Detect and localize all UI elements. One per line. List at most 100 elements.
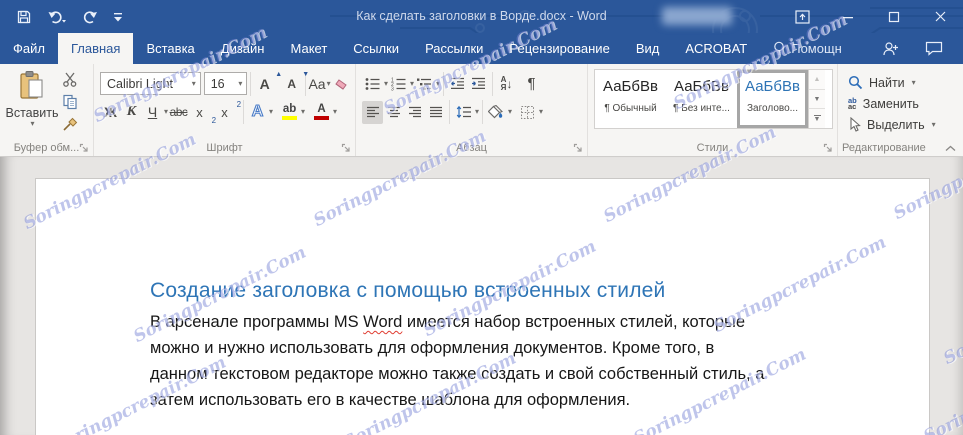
redo-button[interactable] xyxy=(82,9,98,25)
font-color-button[interactable]: A xyxy=(311,101,332,124)
tab-file[interactable]: Файл xyxy=(0,33,58,64)
underline-button[interactable]: Ч xyxy=(142,101,163,124)
dialog-launcher-icon xyxy=(823,143,832,152)
format-painter-button[interactable] xyxy=(62,117,78,133)
share-contact-button[interactable] xyxy=(881,41,899,57)
styles-scroll-down-button[interactable]: ▼ xyxy=(809,89,825,110)
tab-references[interactable]: Ссылки xyxy=(340,33,412,64)
undo-button[interactable] xyxy=(47,9,67,25)
copy-button[interactable] xyxy=(62,94,78,110)
align-right-button[interactable] xyxy=(404,101,425,124)
close-button[interactable] xyxy=(917,0,963,33)
line-spacing-button[interactable] xyxy=(453,101,474,124)
clipboard-dialog-launcher[interactable] xyxy=(79,143,89,153)
borders-caret-icon: ▾ xyxy=(539,107,544,116)
maximize-button[interactable] xyxy=(871,0,917,33)
blurred-region xyxy=(662,7,732,25)
comments-button[interactable] xyxy=(925,41,943,56)
paste-button[interactable]: Вставить ▾ xyxy=(6,70,59,140)
tab-design[interactable]: Дизайн xyxy=(208,33,278,64)
customize-quick-access-button[interactable] xyxy=(113,11,123,23)
text-effects-button[interactable]: A xyxy=(247,101,268,124)
line-spacing-caret-icon: ▾ xyxy=(475,107,480,116)
multilevel-list-button[interactable] xyxy=(414,72,435,95)
font-color-caret-icon: ▾ xyxy=(333,107,338,116)
title-bar: Как сделать заголовки в Ворде.docx - Wor… xyxy=(0,0,963,54)
styles-group: АаБбВв ¶ Обычный АаБбВв ¶ Без инте... Аа… xyxy=(588,64,838,156)
style-name: Заголово... xyxy=(747,103,798,114)
tab-tell-me[interactable]: Помощн xyxy=(760,33,855,64)
font-dialog-launcher[interactable] xyxy=(341,143,351,153)
strikethrough-button[interactable]: abc xyxy=(168,101,189,124)
clipboard-group: Вставить ▾ Буфер обм... xyxy=(0,64,94,156)
bullets-icon xyxy=(365,77,380,90)
style-item-no-spacing[interactable]: АаБбВв ¶ Без инте... xyxy=(666,70,737,128)
find-button[interactable]: Найти ▾ xyxy=(848,72,962,93)
style-item-normal[interactable]: АаБбВв ¶ Обычный xyxy=(595,70,666,128)
tab-acrobat[interactable]: ACROBAT xyxy=(672,33,760,64)
tab-tell-me-label: Помощн xyxy=(791,41,842,56)
styles-more-button[interactable]: ▼ xyxy=(809,109,825,129)
styles-gallery-scrollbar: ▲ ▼ ▼ xyxy=(808,70,825,129)
italic-button[interactable]: К xyxy=(121,101,142,124)
paragraph-dialog-launcher[interactable] xyxy=(573,143,583,153)
separator xyxy=(243,100,245,124)
minimize-button[interactable] xyxy=(825,0,871,33)
superscript-button[interactable]: x 2 xyxy=(214,100,241,124)
font-name-combo[interactable]: Calibri Light ▾ xyxy=(100,72,201,95)
bold-button[interactable]: Ж xyxy=(100,101,121,124)
justify-button[interactable] xyxy=(425,101,446,124)
share-contact-icon xyxy=(883,41,898,55)
change-case-button[interactable]: Aa ▾ xyxy=(308,72,330,95)
tab-layout[interactable]: Макет xyxy=(277,33,340,64)
tab-review[interactable]: Рецензирование xyxy=(496,33,622,64)
line-spacing-icon xyxy=(456,105,471,119)
grow-font-button[interactable]: A ▲ xyxy=(254,71,283,95)
align-center-button[interactable] xyxy=(383,101,404,124)
shrink-font-button[interactable]: A ▼ xyxy=(281,71,309,95)
numbering-button[interactable]: 1 2 3 xyxy=(388,72,409,95)
comments-icon xyxy=(925,41,943,56)
show-formatting-marks-button[interactable]: ¶ xyxy=(521,72,542,95)
dialog-launcher-icon xyxy=(573,143,582,152)
highlight-button[interactable]: ab xyxy=(279,101,300,124)
collapse-ribbon-button[interactable] xyxy=(945,145,956,152)
select-label: Выделить xyxy=(867,117,925,132)
decrease-indent-button[interactable] xyxy=(447,72,468,95)
borders-button[interactable] xyxy=(517,101,538,124)
increase-indent-button[interactable] xyxy=(468,72,489,95)
decrease-indent-icon xyxy=(451,77,465,89)
font-size-combo[interactable]: 16 ▾ xyxy=(203,72,248,95)
styles-dialog-launcher[interactable] xyxy=(823,143,833,153)
cut-button[interactable] xyxy=(62,72,78,87)
tab-insert[interactable]: Вставка xyxy=(133,33,207,64)
save-button[interactable] xyxy=(16,9,32,25)
ribbon-display-options-button[interactable] xyxy=(779,0,825,33)
cut-icon xyxy=(63,72,77,87)
grow-font-glyph: A xyxy=(259,75,270,92)
tab-view[interactable]: Вид xyxy=(623,33,673,64)
highlight-caret-icon: ▾ xyxy=(301,107,306,116)
align-left-button[interactable] xyxy=(362,100,383,124)
separator xyxy=(443,71,445,96)
sort-button[interactable]: А Я ↓ xyxy=(496,72,517,95)
editing-group: Найти ▾ ab ac Заменить Выделить ▾ Редакти… xyxy=(838,64,962,156)
replace-icon: ab ac xyxy=(848,95,857,111)
font-name-value: Calibri Light xyxy=(107,76,174,91)
increase-indent-icon xyxy=(472,77,486,89)
tab-home[interactable]: Главная xyxy=(57,33,134,64)
bullets-button[interactable] xyxy=(362,72,383,95)
select-cursor-icon xyxy=(850,117,861,132)
font-group-label: Шрифт xyxy=(206,142,243,154)
tab-mailings[interactable]: Рассылки xyxy=(412,33,496,64)
clear-formatting-button[interactable] xyxy=(330,72,351,95)
shading-button[interactable] xyxy=(486,101,507,124)
style-item-heading1[interactable]: АаБбВв Заголово... xyxy=(737,70,808,128)
multilevel-list-icon xyxy=(417,78,432,90)
replace-button[interactable]: ab ac Заменить xyxy=(848,93,962,114)
document-page[interactable]: Создание заголовка с помощью встроенных … xyxy=(35,178,930,435)
subscript-button[interactable]: x 2 xyxy=(189,101,216,125)
styles-scroll-up-button[interactable]: ▲ xyxy=(809,70,825,90)
select-button[interactable]: Выделить ▾ xyxy=(848,114,962,135)
numbering-icon: 1 2 3 xyxy=(391,77,406,91)
